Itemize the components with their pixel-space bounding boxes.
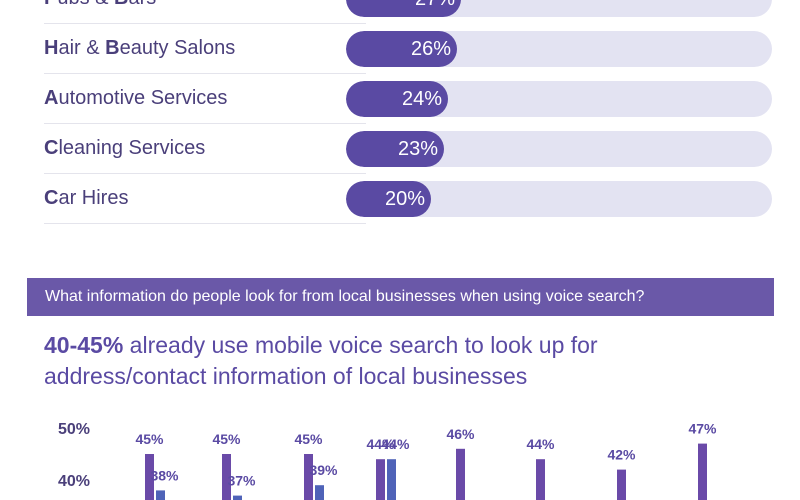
- row-divider: [44, 223, 366, 224]
- percentage-value: 24%: [401, 88, 442, 110]
- bar-value-label: 42%: [607, 447, 636, 463]
- ranking-label: Automotive Services: [44, 87, 227, 110]
- bar-series-a: [698, 443, 707, 500]
- percentage-value: 26%: [410, 38, 451, 60]
- label-text: utomotive Services: [58, 87, 228, 109]
- bar-series-b: [233, 495, 242, 500]
- question-banner: What information do people look for from…: [27, 278, 774, 316]
- y-tick-label: 50%: [58, 421, 90, 438]
- bar-value-label: 45%: [294, 431, 323, 447]
- voice-search-info-chart: 50%40%45%38%45%37%45%39%44%44%46%44%42%4…: [58, 421, 717, 500]
- bar-series-b: [315, 485, 324, 500]
- label-initial: B: [105, 37, 120, 59]
- percentage-value: 27%: [415, 0, 455, 11]
- label-initial: B: [114, 0, 128, 9]
- bar-series-b: [387, 459, 396, 500]
- bar-value-label: 37%: [227, 473, 256, 489]
- bar-series-a: [456, 448, 465, 500]
- ranking-label: Hair & Beauty Salons: [44, 37, 235, 60]
- label-text: air &: [58, 37, 106, 59]
- ranking-row: Cleaning Services 23%: [44, 124, 784, 174]
- ranking-row: Automotive Services 24%: [44, 74, 784, 124]
- ranking-row: Car Hires 20%: [44, 174, 784, 224]
- percentage-value: 20%: [384, 188, 425, 210]
- bar-value-label: 38%: [150, 467, 179, 483]
- bar-series-a: [617, 469, 626, 500]
- label-text: ar Hires: [58, 187, 129, 209]
- percentage-bar-fill: 27%: [346, 0, 461, 17]
- ranking-row: Hair & Beauty Salons 26%: [44, 24, 784, 74]
- label-text: eauty Salons: [119, 37, 236, 59]
- bar-value-label: 44%: [526, 436, 555, 452]
- label-initial: H: [44, 37, 59, 59]
- label-initial: P: [44, 0, 57, 9]
- bar-series-a: [376, 459, 385, 500]
- label-initial: C: [44, 187, 59, 209]
- banner-text: What information do people look for from…: [45, 288, 645, 305]
- headline-percentage: 40-45%: [44, 332, 124, 358]
- percentage-bar-fill: 20%: [346, 181, 431, 217]
- ranking-row: Pubs & Bars 27%: [44, 0, 784, 24]
- percentage-bar-track: 20%: [346, 181, 772, 217]
- percentage-bar-fill: 23%: [346, 131, 444, 167]
- label-initial: C: [44, 137, 59, 159]
- bar-series-b: [156, 490, 165, 500]
- label-text: ubs &: [57, 0, 114, 9]
- business-ranking-list: Pubs & Bars 27% Hair & Beauty Salons 26% Aut…: [44, 0, 784, 224]
- bar-series-a: [536, 459, 545, 500]
- percentage-bar-fill: 24%: [346, 81, 448, 117]
- label-text: leaning Services: [58, 137, 206, 159]
- percentage-bar-track: 26%: [346, 31, 772, 67]
- label-initial: A: [44, 87, 59, 109]
- bar-value-label: 46%: [446, 426, 475, 442]
- bar-value-label: 45%: [135, 431, 164, 447]
- ranking-label: Car Hires: [44, 187, 128, 210]
- percentage-bar-fill: 26%: [346, 31, 457, 67]
- percentage-bar-track: 24%: [346, 81, 772, 117]
- label-text: ars: [129, 0, 157, 9]
- y-tick-label: 40%: [58, 473, 90, 490]
- ranking-label: Pubs & Bars: [44, 0, 156, 10]
- headline: 40-45% already use mobile voice search t…: [44, 330, 764, 392]
- percentage-bar-track: 27%: [346, 0, 772, 17]
- ranking-label: Cleaning Services: [44, 137, 205, 160]
- percentage-value: 23%: [397, 138, 438, 160]
- bar-value-label: 47%: [688, 421, 717, 437]
- bar-value-label: 44%: [381, 436, 410, 452]
- headline-text: already use mobile voice search to look …: [44, 332, 598, 389]
- bar-value-label: 45%: [212, 431, 241, 447]
- bar-value-label: 39%: [309, 462, 338, 478]
- percentage-bar-track: 23%: [346, 131, 772, 167]
